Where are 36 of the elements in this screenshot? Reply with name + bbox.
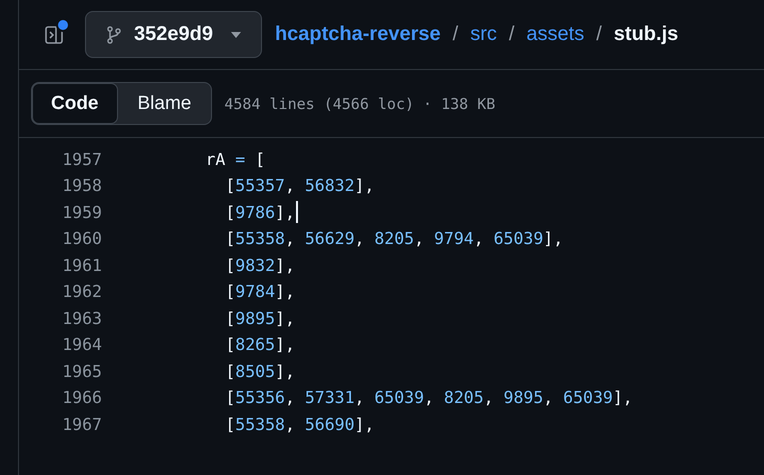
breadcrumb-link[interactable]: hcaptcha-reverse	[274, 23, 441, 46]
line-number: 1965	[61, 362, 102, 381]
breadcrumb-link[interactable]: assets	[526, 23, 584, 46]
code-line: [9832],	[224, 256, 295, 275]
line-number: 1967	[61, 414, 102, 434]
code-line: [55356, 57331, 65039, 8205, 9895, 65039],	[224, 388, 633, 408]
code-line: [8265],	[224, 335, 295, 354]
line-number: 1963	[61, 308, 102, 328]
sidebar-icon	[44, 24, 66, 46]
code-line: [9786],	[224, 202, 295, 222]
line-number: 1964	[61, 335, 102, 354]
breadcrumb-separator: /	[596, 23, 602, 46]
code-line: [9784],	[224, 282, 295, 302]
code-line: [9895],	[224, 308, 295, 328]
code-line: rA = [	[204, 150, 266, 169]
branch-button[interactable]: 352e9d9	[85, 11, 262, 58]
breadcrumb-separator: /	[452, 23, 458, 46]
code-line: [55358, 56629, 8205, 9794, 65039],	[224, 229, 564, 248]
file-info: 4584 lines (4566 loc) · 138 KB	[224, 94, 496, 112]
caret-icon	[230, 32, 241, 38]
breadcrumb-link[interactable]: src	[470, 23, 497, 46]
current-file-name: stub.js	[614, 23, 678, 46]
view-tab[interactable]: Blame	[118, 83, 212, 124]
code-line: [55357, 56832],	[224, 176, 374, 196]
branch-icon	[106, 26, 122, 44]
line-number: 1960	[61, 229, 102, 248]
code-line: [8505],	[224, 362, 295, 381]
line-number: 1962	[61, 282, 102, 302]
line-number: 1961	[61, 256, 102, 275]
line-number: 1959	[61, 202, 102, 222]
breadcrumb-separator: /	[508, 23, 514, 46]
line-number: 1966	[61, 388, 102, 408]
code-line: [55358, 56690],	[224, 414, 374, 434]
view-tab[interactable]: Code	[32, 83, 118, 124]
line-number: 1958	[61, 176, 102, 196]
line-number: 1957	[61, 150, 102, 169]
